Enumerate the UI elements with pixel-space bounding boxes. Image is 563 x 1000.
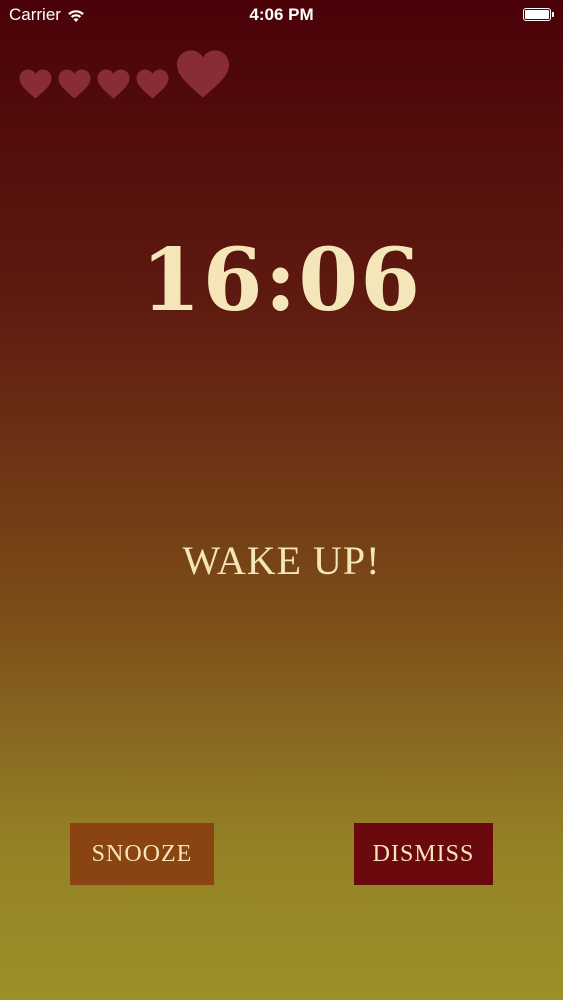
status-time: 4:06 PM bbox=[249, 5, 314, 24]
dismiss-button-label: DISMISS bbox=[372, 840, 475, 867]
battery-nub bbox=[552, 12, 554, 17]
battery-icon bbox=[523, 8, 554, 21]
heart-icon-large bbox=[174, 48, 232, 104]
lives-hearts bbox=[18, 48, 232, 104]
alarm-clock-time: 16:06 bbox=[140, 230, 423, 331]
snooze-button-label: SNOOZE bbox=[91, 840, 193, 867]
dismiss-button[interactable]: DISMISS bbox=[354, 823, 493, 885]
snooze-button[interactable]: SNOOZE bbox=[70, 823, 214, 885]
heart-icon bbox=[18, 68, 53, 104]
status-bar: Carrier 4:06 PM bbox=[0, 0, 563, 30]
heart-icon bbox=[96, 68, 131, 104]
heart-icon bbox=[57, 68, 92, 104]
battery-level bbox=[525, 10, 549, 19]
heart-icon bbox=[135, 68, 170, 104]
wake-up-message: WAKE UP! bbox=[182, 538, 381, 583]
